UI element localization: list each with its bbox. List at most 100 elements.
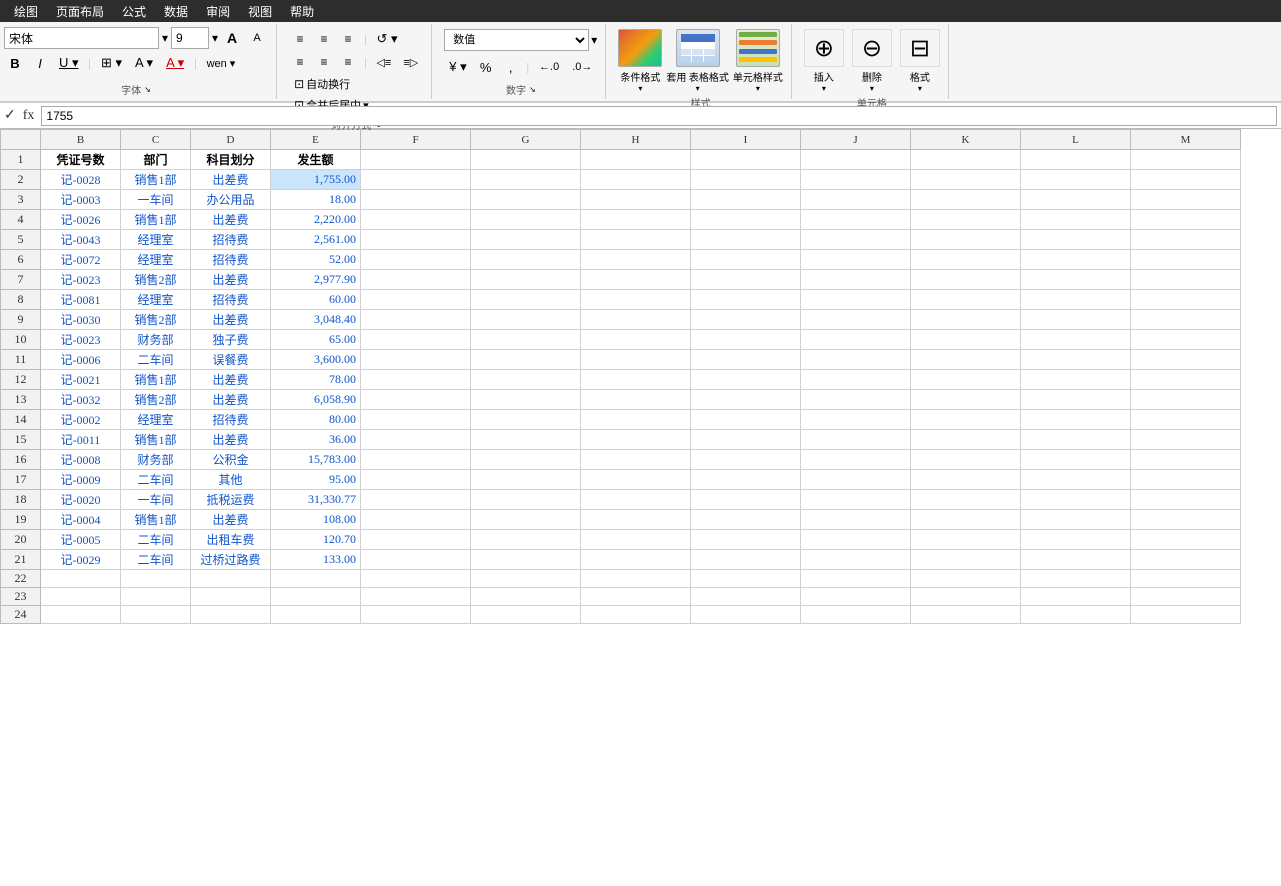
menu-view[interactable]: 视图 bbox=[240, 1, 280, 22]
cell-i13[interactable] bbox=[691, 390, 801, 410]
cell-g3[interactable] bbox=[471, 190, 581, 210]
fx-icon[interactable]: fx bbox=[20, 108, 38, 124]
row-num-5[interactable]: 5 bbox=[1, 230, 41, 250]
cell-l5[interactable] bbox=[1021, 230, 1131, 250]
underline-button[interactable]: U ▾ bbox=[54, 53, 84, 73]
cell-f14[interactable] bbox=[361, 410, 471, 430]
cell-e14[interactable]: 80.00 bbox=[271, 410, 361, 430]
cell-b5[interactable]: 记-0043 bbox=[41, 230, 121, 250]
cell-k6[interactable] bbox=[911, 250, 1021, 270]
cell-h13[interactable] bbox=[581, 390, 691, 410]
cell-k9[interactable] bbox=[911, 310, 1021, 330]
cell-h14[interactable] bbox=[581, 410, 691, 430]
cell-e3[interactable]: 18.00 bbox=[271, 190, 361, 210]
cell-k16[interactable] bbox=[911, 450, 1021, 470]
cell-d6[interactable]: 招待费 bbox=[191, 250, 271, 270]
cell-j4[interactable] bbox=[801, 210, 911, 230]
header-h[interactable] bbox=[581, 150, 691, 170]
empty-cell-22-0[interactable] bbox=[41, 570, 121, 588]
cell-m18[interactable] bbox=[1131, 490, 1241, 510]
cell-d5[interactable]: 招待费 bbox=[191, 230, 271, 250]
row-num-12[interactable]: 12 bbox=[1, 370, 41, 390]
row-num-21[interactable]: 21 bbox=[1, 550, 41, 570]
cell-e7[interactable]: 2,977.90 bbox=[271, 270, 361, 290]
empty-cell-24-9[interactable] bbox=[911, 606, 1021, 624]
cell-i12[interactable] bbox=[691, 370, 801, 390]
cell-f7[interactable] bbox=[361, 270, 471, 290]
cell-b18[interactable]: 记-0020 bbox=[41, 490, 121, 510]
format-dropdown[interactable]: ▾ bbox=[918, 84, 922, 93]
decimal-increase-button[interactable]: ←.0 bbox=[534, 59, 564, 75]
cell-j9[interactable] bbox=[801, 310, 911, 330]
font-size-dropdown-icon[interactable]: ▾ bbox=[212, 31, 218, 46]
cell-m6[interactable] bbox=[1131, 250, 1241, 270]
cell-b15[interactable]: 记-0011 bbox=[41, 430, 121, 450]
font-color-button[interactable]: A ▾ bbox=[161, 53, 189, 73]
cell-g19[interactable] bbox=[471, 510, 581, 530]
cell-m13[interactable] bbox=[1131, 390, 1241, 410]
row-num-4[interactable]: 4 bbox=[1, 210, 41, 230]
cell-e12[interactable]: 78.00 bbox=[271, 370, 361, 390]
cell-h20[interactable] bbox=[581, 530, 691, 550]
col-header-f[interactable]: F bbox=[361, 130, 471, 150]
cell-l8[interactable] bbox=[1021, 290, 1131, 310]
col-header-m[interactable]: M bbox=[1131, 130, 1241, 150]
cell-c20[interactable]: 二车间 bbox=[121, 530, 191, 550]
cell-h3[interactable] bbox=[581, 190, 691, 210]
cell-g4[interactable] bbox=[471, 210, 581, 230]
menu-review[interactable]: 审阅 bbox=[198, 1, 238, 22]
cell-i18[interactable] bbox=[691, 490, 801, 510]
font-name-input[interactable] bbox=[4, 27, 159, 49]
cell-c3[interactable]: 一车间 bbox=[121, 190, 191, 210]
cell-c4[interactable]: 销售1部 bbox=[121, 210, 191, 230]
empty-cell-24-5[interactable] bbox=[471, 606, 581, 624]
cell-l11[interactable] bbox=[1021, 350, 1131, 370]
cell-j10[interactable] bbox=[801, 330, 911, 350]
cell-c19[interactable]: 销售1部 bbox=[121, 510, 191, 530]
currency-button[interactable]: ¥ ▾ bbox=[444, 57, 471, 77]
cell-g10[interactable] bbox=[471, 330, 581, 350]
cell-i11[interactable] bbox=[691, 350, 801, 370]
cell-g13[interactable] bbox=[471, 390, 581, 410]
increase-font-size-button[interactable]: A bbox=[221, 28, 243, 48]
cell-d12[interactable]: 出差费 bbox=[191, 370, 271, 390]
cell-f21[interactable] bbox=[361, 550, 471, 570]
cell-l19[interactable] bbox=[1021, 510, 1131, 530]
menu-help[interactable]: 帮助 bbox=[282, 1, 322, 22]
cell-c8[interactable]: 经理室 bbox=[121, 290, 191, 310]
cell-i3[interactable] bbox=[691, 190, 801, 210]
empty-cell-23-8[interactable] bbox=[801, 588, 911, 606]
cell-k8[interactable] bbox=[911, 290, 1021, 310]
cell-g11[interactable] bbox=[471, 350, 581, 370]
indent-increase-button[interactable]: ≡▷ bbox=[398, 54, 423, 71]
cell-e15[interactable]: 36.00 bbox=[271, 430, 361, 450]
cell-e9[interactable]: 3,048.40 bbox=[271, 310, 361, 330]
empty-cell-23-3[interactable] bbox=[271, 588, 361, 606]
align-top-center-button[interactable]: ≡ bbox=[313, 30, 335, 48]
cell-c11[interactable]: 二车间 bbox=[121, 350, 191, 370]
empty-cell-24-6[interactable] bbox=[581, 606, 691, 624]
cell-j2[interactable] bbox=[801, 170, 911, 190]
cell-i17[interactable] bbox=[691, 470, 801, 490]
cell-m11[interactable] bbox=[1131, 350, 1241, 370]
row-num-20[interactable]: 20 bbox=[1, 530, 41, 550]
row-num-6[interactable]: 6 bbox=[1, 250, 41, 270]
row-num-16[interactable]: 16 bbox=[1, 450, 41, 470]
percent-button[interactable]: % bbox=[475, 58, 497, 77]
cell-e8[interactable]: 60.00 bbox=[271, 290, 361, 310]
header-m[interactable] bbox=[1131, 150, 1241, 170]
cell-b8[interactable]: 记-0081 bbox=[41, 290, 121, 310]
cell-m14[interactable] bbox=[1131, 410, 1241, 430]
col-header-e[interactable]: E bbox=[271, 130, 361, 150]
cell-e11[interactable]: 3,600.00 bbox=[271, 350, 361, 370]
cell-f15[interactable] bbox=[361, 430, 471, 450]
cell-f12[interactable] bbox=[361, 370, 471, 390]
row-num-1[interactable]: 1 bbox=[1, 150, 41, 170]
decrease-font-size-button[interactable]: A bbox=[246, 30, 268, 46]
cell-j8[interactable] bbox=[801, 290, 911, 310]
cell-c17[interactable]: 二车间 bbox=[121, 470, 191, 490]
cell-l20[interactable] bbox=[1021, 530, 1131, 550]
col-header-j[interactable]: J bbox=[801, 130, 911, 150]
empty-cell-23-0[interactable] bbox=[41, 588, 121, 606]
cell-e6[interactable]: 52.00 bbox=[271, 250, 361, 270]
